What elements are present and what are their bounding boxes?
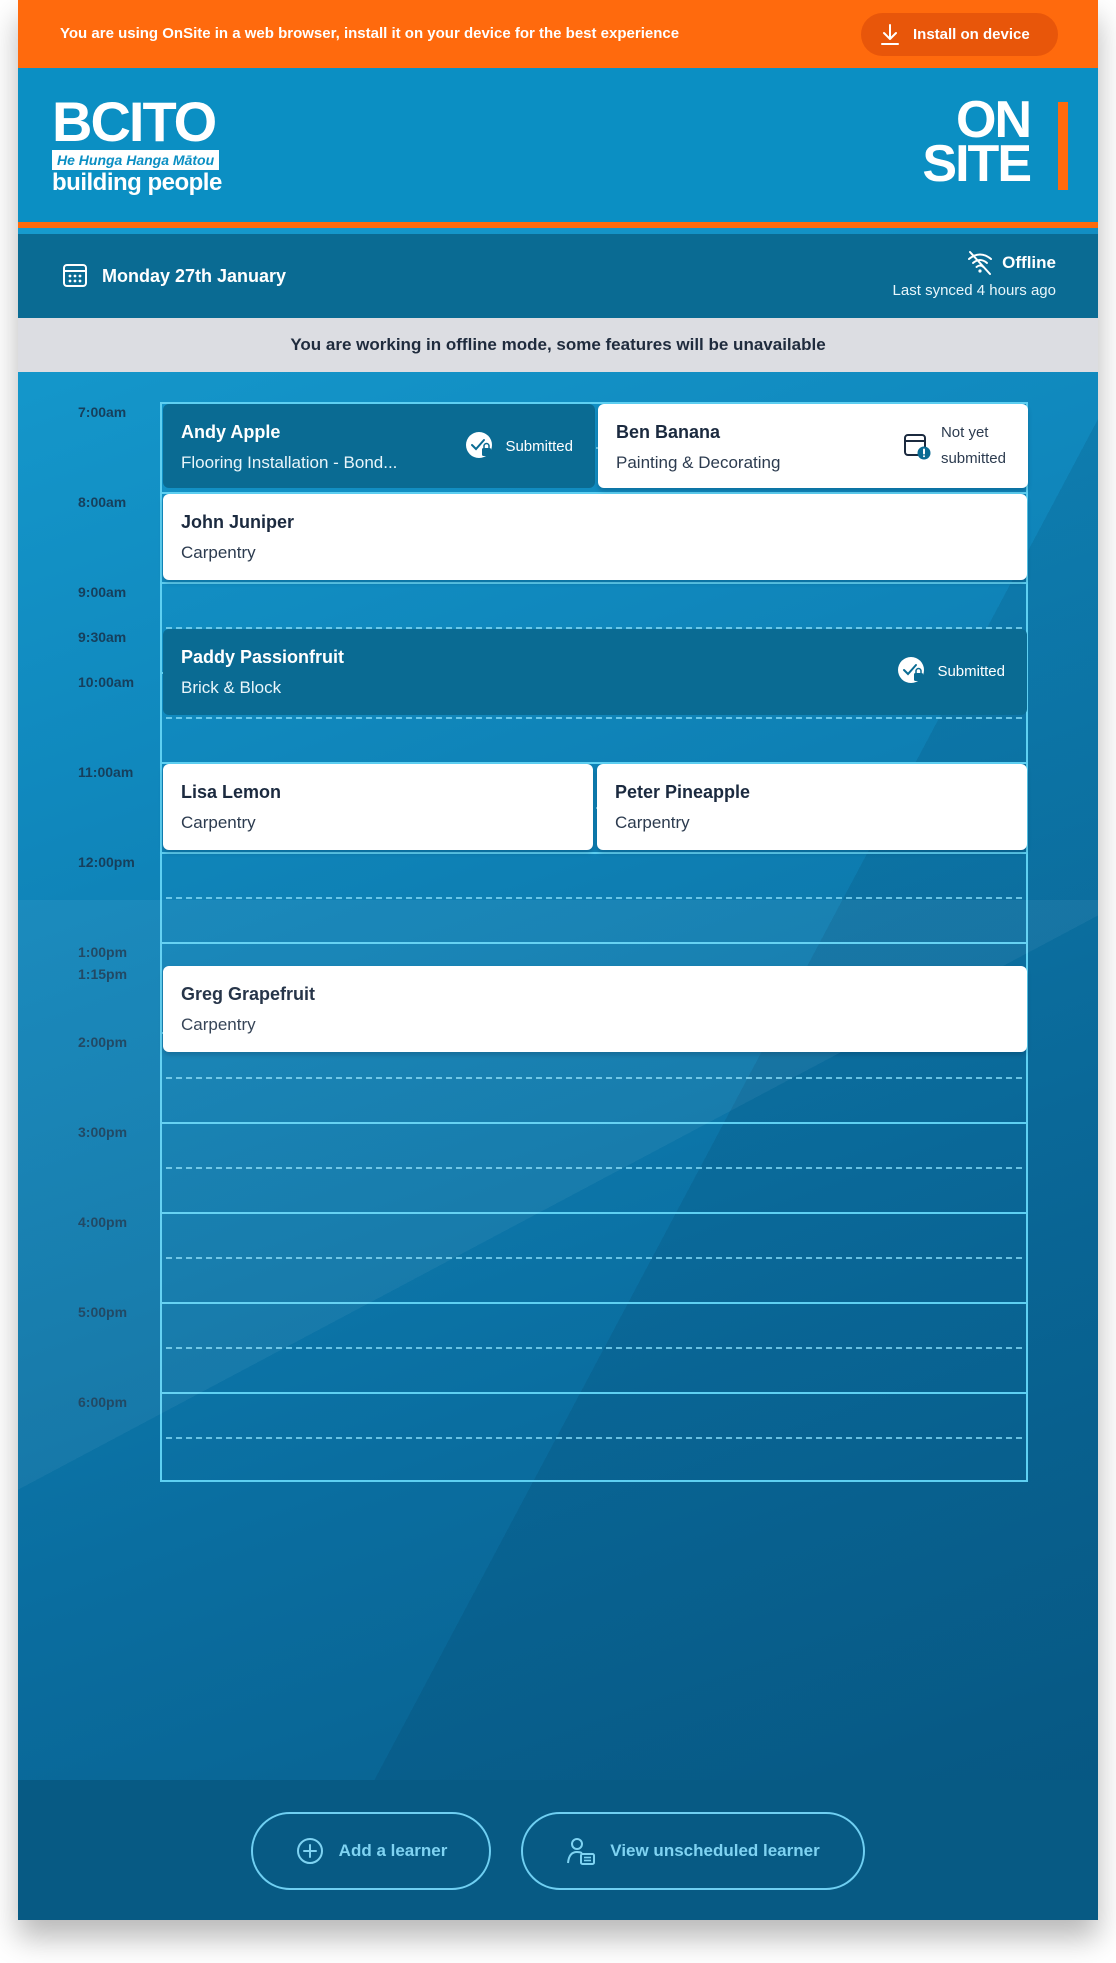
appointment-card[interactable]: Peter Pineapple Carpentry xyxy=(597,764,1027,850)
add-learner-label: Add a learner xyxy=(338,1841,448,1860)
sync-status: Offline Last synced 4 hours ago xyxy=(893,250,1056,299)
submitted-lock-icon xyxy=(898,657,925,683)
appointment-card[interactable]: Ben Banana Painting & Decorating Not yet… xyxy=(598,404,1028,488)
time-label: 1:15pm xyxy=(78,966,128,982)
half-hour-line xyxy=(166,717,1022,719)
hour-line xyxy=(162,1392,1026,1394)
hour-line xyxy=(162,1212,1026,1214)
wifi-off-icon xyxy=(968,251,993,275)
time-label: 2:00pm xyxy=(78,1034,128,1050)
time-label: 3:00pm xyxy=(78,1124,128,1140)
onsite-logo: ON SITE xyxy=(918,94,1032,193)
half-hour-line xyxy=(166,1437,1022,1439)
onsite-logo-line2: SITE xyxy=(922,135,1032,193)
learner-name: John Juniper xyxy=(181,512,295,532)
half-hour-line xyxy=(166,1167,1022,1169)
learner-name: Lisa Lemon xyxy=(181,782,282,802)
hour-line xyxy=(162,582,1026,584)
view-unscheduled-button[interactable]: View unscheduled learner xyxy=(521,1812,865,1890)
footer-bar: Add a learner View unscheduled learner xyxy=(18,1780,1098,1920)
submitted-lock-icon xyxy=(466,432,493,458)
install-button[interactable]: Install on device xyxy=(861,13,1058,56)
learner-list-icon xyxy=(567,1838,596,1865)
status-text: submitted xyxy=(940,450,1006,467)
view-unscheduled-label: View unscheduled learner xyxy=(610,1841,820,1860)
time-label: 1:00pm xyxy=(78,944,128,960)
status-text: Submitted xyxy=(505,437,573,455)
app-header: BCITO He Hunga Hanga Mātou building peop… xyxy=(18,68,1098,228)
half-hour-line xyxy=(166,1257,1022,1259)
half-hour-line xyxy=(166,1347,1022,1349)
app-window: You are using OnSite in a web browser, i… xyxy=(18,0,1098,1920)
current-date[interactable]: Monday 27th January xyxy=(102,266,286,287)
learner-trade: Brick & Block xyxy=(181,678,282,697)
install-banner: You are using OnSite in a web browser, i… xyxy=(18,0,1098,68)
bcito-logo-tagline: He Hunga Hanga Mātou xyxy=(52,150,220,170)
status-badge: Submitted xyxy=(897,656,1005,686)
plus-circle-icon xyxy=(296,1838,323,1864)
install-button-label: Install on device xyxy=(913,26,1030,43)
status-text: Submitted xyxy=(937,662,1005,680)
time-label: 8:00am xyxy=(78,494,127,510)
time-label: 4:00pm xyxy=(78,1214,128,1230)
calendar-icon[interactable] xyxy=(62,262,88,288)
not-submitted-icon xyxy=(903,434,931,460)
learner-trade: Carpentry xyxy=(181,1015,256,1034)
time-label: 6:00pm xyxy=(78,1394,128,1410)
hour-line xyxy=(162,852,1026,854)
learner-name: Paddy Passionfruit xyxy=(181,647,345,667)
learner-name: Peter Pineapple xyxy=(615,782,751,802)
half-hour-line xyxy=(166,1077,1022,1079)
appointment-card[interactable]: Paddy Passionfruit Brick & Block Submitt… xyxy=(163,629,1027,715)
status-badge: Submitted xyxy=(465,431,573,461)
learner-name: Greg Grapefruit xyxy=(181,984,316,1004)
download-icon xyxy=(881,23,899,45)
appointment-card[interactable]: Greg Grapefruit Carpentry xyxy=(163,966,1027,1052)
appointment-card[interactable]: Andy Apple Flooring Installation - Bond.… xyxy=(163,404,595,488)
time-label: 10:00am xyxy=(78,674,135,690)
hour-line xyxy=(162,1302,1026,1304)
bcito-logo-subline: building people xyxy=(52,169,222,196)
learner-trade: Carpentry xyxy=(181,543,256,562)
last-synced: Last synced 4 hours ago xyxy=(892,282,1056,299)
appointment-card[interactable]: John Juniper Carpentry xyxy=(163,494,1027,580)
bcito-logo: BCITO He Hunga Hanga Mātou building peop… xyxy=(52,90,222,196)
time-label: 9:30am xyxy=(78,629,127,645)
time-label: 12:00pm xyxy=(78,854,135,870)
learner-trade: Carpentry xyxy=(181,813,256,832)
half-hour-line xyxy=(166,897,1022,899)
hour-line xyxy=(162,942,1026,944)
onsite-logo-bar xyxy=(1058,102,1068,190)
appointment-card[interactable]: Lisa Lemon Carpentry xyxy=(163,764,593,850)
time-label: 7:00am xyxy=(78,404,127,420)
add-learner-button[interactable]: Add a learner xyxy=(251,1812,491,1890)
time-label: 9:00am xyxy=(78,584,127,600)
status-text: Not yet xyxy=(940,424,989,441)
bcito-logo-word: BCITO xyxy=(52,90,217,153)
date-bar: Monday 27th January Offline Last synced … xyxy=(18,234,1098,318)
learner-trade: Carpentry xyxy=(615,813,690,832)
install-message: You are using OnSite in a web browser, i… xyxy=(60,25,680,42)
offline-notice: You are working in offline mode, some fe… xyxy=(18,318,1098,372)
hour-line xyxy=(162,1122,1026,1124)
time-label: 11:00am xyxy=(78,764,134,780)
time-label: 5:00pm xyxy=(78,1304,128,1320)
connection-status: Offline xyxy=(1002,253,1056,272)
status-badge: Not yet submitted xyxy=(903,420,1006,472)
